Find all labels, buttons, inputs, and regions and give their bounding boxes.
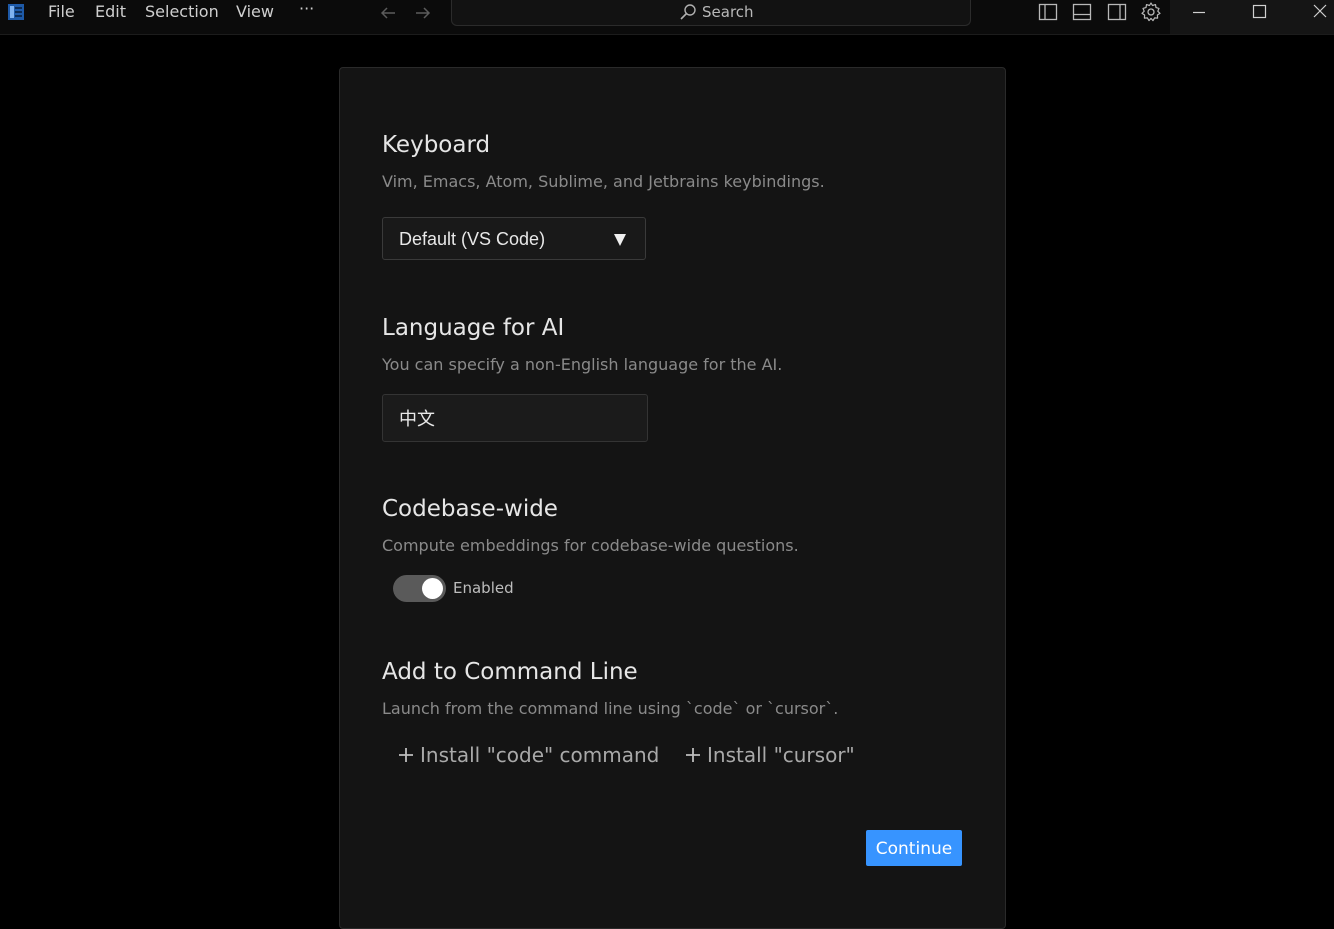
codebase-title: Codebase-wide [382, 496, 558, 522]
title-bar: File Edit Selection View ··· Search [0, 0, 1334, 35]
language-description: You can specify a non-English language f… [382, 355, 783, 374]
menu-edit[interactable]: Edit [95, 3, 126, 21]
arrow-left-icon[interactable] [377, 2, 399, 24]
continue-button[interactable]: Continue [866, 830, 962, 866]
menu-file[interactable]: File [48, 3, 75, 21]
window-controls [1170, 0, 1334, 34]
install-code-command-button[interactable]: Install "code" command [398, 742, 659, 768]
minimize-icon[interactable] [1173, 0, 1223, 26]
toggle-label: Enabled [453, 579, 514, 597]
maximize-icon[interactable] [1234, 0, 1284, 26]
gear-icon[interactable] [1140, 1, 1162, 23]
command-line-title: Add to Command Line [382, 659, 638, 685]
toggle-primary-sidebar-icon[interactable] [1037, 1, 1059, 23]
app-logo-icon [6, 2, 26, 22]
keybindings-select[interactable]: Default (VS Code) [382, 217, 646, 260]
install-cursor-label: Install "cursor" [707, 743, 855, 767]
search-placeholder: Search [702, 3, 754, 21]
codebase-description: Compute embeddings for codebase-wide que… [382, 536, 799, 555]
toggle-panel-icon[interactable] [1071, 1, 1093, 23]
plus-icon [685, 743, 701, 762]
keybindings-selected-value: Default (VS Code) [399, 229, 546, 249]
menu-view[interactable]: View [236, 3, 274, 21]
toggle-secondary-sidebar-icon[interactable] [1106, 1, 1128, 23]
close-icon[interactable] [1295, 0, 1334, 26]
codebase-embeddings-toggle[interactable] [393, 575, 446, 602]
triangle-down-icon [613, 232, 627, 246]
plus-icon [398, 743, 414, 762]
language-title: Language for AI [382, 315, 565, 341]
keyboard-description: Vim, Emacs, Atom, Sublime, and Jetbrains… [382, 172, 825, 191]
search-icon [678, 2, 698, 22]
command-center-search[interactable]: Search [451, 0, 971, 26]
menu-selection[interactable]: Selection [145, 3, 219, 21]
menu-more[interactable]: ··· [299, 0, 314, 18]
ai-language-input[interactable] [382, 394, 648, 442]
install-code-label: Install "code" command [420, 743, 660, 767]
onboarding-panel: Keyboard Vim, Emacs, Atom, Sublime, and … [339, 67, 1006, 929]
arrow-right-icon[interactable] [412, 2, 434, 24]
keyboard-title: Keyboard [382, 132, 491, 158]
install-cursor-command-button[interactable]: Install "cursor" [685, 742, 855, 768]
command-line-description: Launch from the command line using `code… [382, 699, 839, 718]
toggle-knob [422, 578, 443, 599]
